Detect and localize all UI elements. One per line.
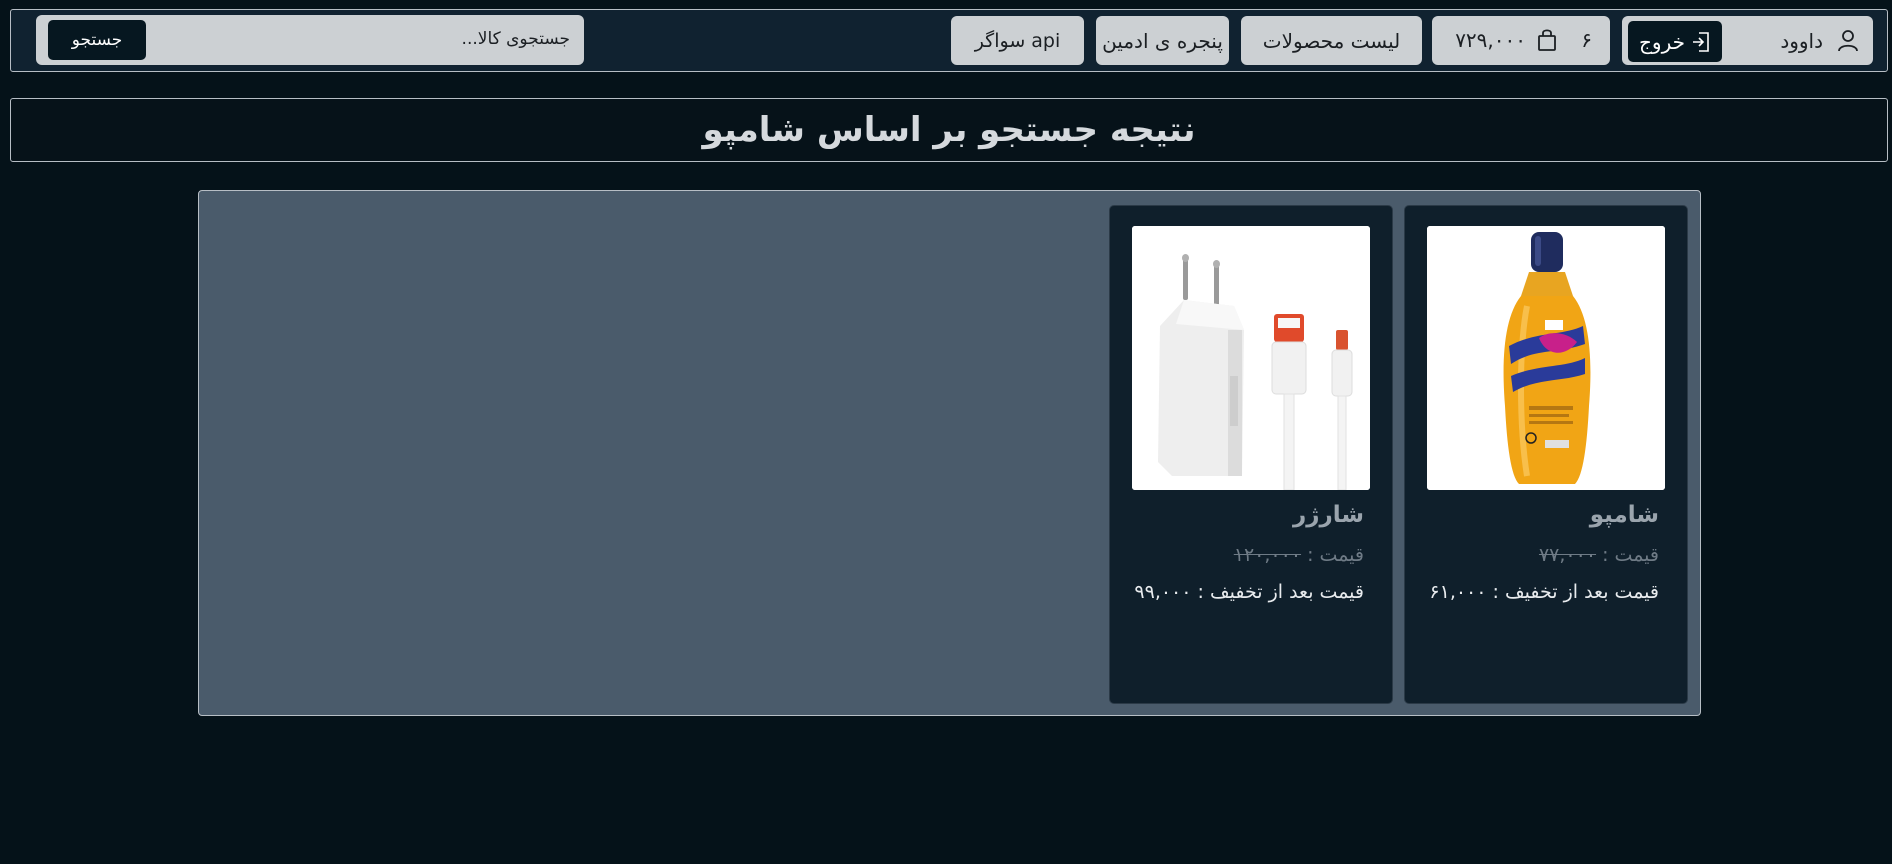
search-results-panel: شامپو قیمت : ۷۷,۰۰۰ قیمت بعد از تخفیف : … — [198, 190, 1701, 716]
original-price: ۷۷,۰۰۰ — [1538, 544, 1597, 566]
search-input[interactable] — [190, 25, 570, 53]
product-price: قیمت : ۱۲۰,۰۰۰ — [1234, 544, 1364, 566]
product-price: قیمت : ۷۷,۰۰۰ — [1539, 544, 1659, 566]
admin-panel-button[interactable]: پنجره ی ادمین — [1096, 16, 1229, 65]
discounted-price-value: ۶۱,۰۰۰ — [1429, 581, 1487, 603]
logout-button[interactable]: خروج — [1628, 21, 1722, 62]
swagger-api-button[interactable]: سواگر api — [951, 16, 1084, 65]
product-image-charger[interactable] — [1132, 226, 1370, 490]
product-card[interactable]: شارژر قیمت : ۱۲۰,۰۰۰ قیمت بعد از تخفیف :… — [1109, 205, 1393, 704]
page-title: نتیجه جستجو بر اساس شامپو — [702, 110, 1196, 150]
shampoo-bottle-image — [1427, 226, 1665, 490]
products-list-button[interactable]: لیست محصولات — [1241, 16, 1422, 65]
cart-summary[interactable]: ۶ ۷۲۹,۰۰۰ — [1432, 16, 1610, 65]
price-label: قیمت : — [1602, 544, 1659, 566]
product-card[interactable]: شامپو قیمت : ۷۷,۰۰۰ قیمت بعد از تخفیف : … — [1404, 205, 1688, 704]
price-label: قیمت : — [1307, 544, 1364, 566]
search-button-label: جستجو — [71, 30, 123, 50]
product-name[interactable]: شارژر — [1293, 502, 1364, 528]
discounted-price-label: قیمت بعد از تخفیف : — [1197, 581, 1364, 603]
products-list-label: لیست محصولات — [1262, 28, 1401, 53]
product-name[interactable]: شامپو — [1590, 502, 1659, 528]
cart-count: ۶ — [1581, 28, 1592, 52]
discounted-price: قیمت بعد از تخفیف : ۹۹,۰۰۰ — [1134, 581, 1364, 603]
user-name: داوود — [1780, 29, 1823, 53]
admin-panel-label: پنجره ی ادمین — [1102, 28, 1223, 53]
charger-image — [1132, 226, 1370, 490]
user-menu[interactable]: داوود خروج — [1622, 16, 1873, 65]
product-image-shampoo[interactable] — [1427, 226, 1665, 490]
navbar: داوود خروج ۶ ۷۲۹,۰۰۰ لیست محصولات پنجره … — [10, 9, 1888, 72]
logout-label: خروج — [1639, 29, 1685, 54]
cart-total: ۷۲۹,۰۰۰ — [1455, 28, 1526, 52]
original-price: ۱۲۰,۰۰۰ — [1233, 544, 1302, 566]
discounted-price-label: قیمت بعد از تخفیف : — [1492, 581, 1659, 603]
user-icon — [1838, 30, 1858, 52]
discounted-price: قیمت بعد از تخفیف : ۶۱,۰۰۰ — [1429, 581, 1659, 603]
logout-icon — [1692, 31, 1709, 52]
search-form: جستجو — [36, 15, 584, 65]
discounted-price-value: ۹۹,۰۰۰ — [1134, 581, 1192, 603]
title-bar: نتیجه جستجو بر اساس شامپو — [10, 98, 1888, 162]
shopping-bag-icon — [1538, 29, 1556, 51]
search-button[interactable]: جستجو — [48, 20, 146, 60]
swagger-api-label: سواگر api — [974, 29, 1061, 52]
